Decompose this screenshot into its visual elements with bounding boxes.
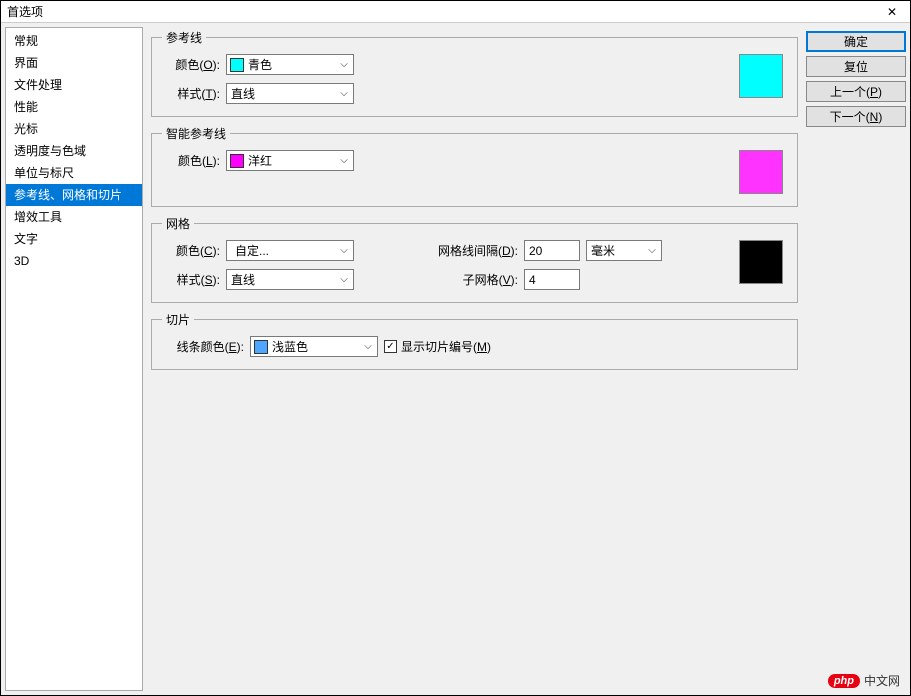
- grid-color-preview[interactable]: [739, 240, 783, 284]
- guides-color-combo[interactable]: 青色 ⌵: [226, 54, 354, 75]
- guides-color-label: 颜色(O):: [162, 56, 220, 73]
- smart-guides-legend: 智能参考线: [162, 125, 230, 142]
- window-title: 首选项: [7, 3, 43, 20]
- grid-color-value: 自定...: [227, 242, 335, 259]
- guides-style-combo[interactable]: 直线 ⌵: [226, 83, 354, 104]
- grid-style-value: 直线: [227, 271, 335, 288]
- guides-color-swatch: [230, 58, 244, 72]
- sidebar-item-type[interactable]: 文字: [6, 228, 142, 250]
- watermark-badge: php: [828, 674, 860, 688]
- grid-unit-combo[interactable]: 毫米 ⌵: [586, 240, 662, 261]
- main-panel: 参考线 颜色(O): 青色 ⌵: [147, 23, 910, 695]
- grid-interval-label: 网格线间隔(D):: [426, 242, 518, 259]
- grid-legend: 网格: [162, 215, 194, 232]
- slices-show-numbers-label: 显示切片编号(M): [401, 338, 491, 355]
- chevron-down-icon: ⌵: [335, 245, 353, 256]
- chevron-down-icon: ⌵: [335, 88, 353, 99]
- guides-color-value: 青色: [244, 56, 335, 73]
- sidebar: 常规 界面 文件处理 性能 光标 透明度与色域 单位与标尺 参考线、网格和切片 …: [5, 27, 143, 691]
- guides-legend: 参考线: [162, 29, 206, 46]
- ok-button[interactable]: 确定: [806, 31, 906, 52]
- titlebar: 首选项 ✕: [1, 1, 910, 23]
- buttons-column: 确定 复位 上一个(P) 下一个(N): [806, 29, 906, 689]
- chevron-down-icon: ⌵: [359, 341, 377, 352]
- guides-group: 参考线 颜色(O): 青色 ⌵: [151, 29, 798, 117]
- slices-show-numbers-row[interactable]: ✓ 显示切片编号(M): [384, 338, 491, 355]
- sidebar-item-guides-grid-slices[interactable]: 参考线、网格和切片: [6, 184, 142, 206]
- guides-style-value: 直线: [227, 85, 335, 102]
- watermark-text: 中文网: [864, 672, 900, 689]
- chevron-down-icon: ⌵: [335, 155, 353, 166]
- grid-group: 网格 颜色(C): 自定... ⌵ 网格线间隔(D):: [151, 215, 798, 303]
- slices-color-combo[interactable]: 浅蓝色 ⌵: [250, 336, 378, 357]
- grid-interval-input[interactable]: [524, 240, 580, 261]
- smart-guides-color-value: 洋红: [244, 152, 335, 169]
- slices-group: 切片 线条颜色(E): 浅蓝色 ⌵ ✓ 显示切片编号(M): [151, 311, 798, 370]
- sidebar-item-transparency[interactable]: 透明度与色域: [6, 140, 142, 162]
- content-area: 常规 界面 文件处理 性能 光标 透明度与色域 单位与标尺 参考线、网格和切片 …: [1, 23, 910, 695]
- reset-button[interactable]: 复位: [806, 56, 906, 77]
- sidebar-item-performance[interactable]: 性能: [6, 96, 142, 118]
- next-button[interactable]: 下一个(N): [806, 106, 906, 127]
- close-icon: ✕: [887, 5, 897, 19]
- sidebar-item-file-handling[interactable]: 文件处理: [6, 74, 142, 96]
- slices-legend: 切片: [162, 311, 194, 328]
- smart-guides-color-preview[interactable]: [739, 150, 783, 194]
- watermark: php 中文网: [828, 672, 900, 689]
- smart-guides-group: 智能参考线 颜色(L): 洋红 ⌵: [151, 125, 798, 207]
- grid-subdiv-label: 子网格(V):: [426, 271, 518, 288]
- slices-color-label: 线条颜色(E):: [162, 338, 244, 355]
- sidebar-item-general[interactable]: 常规: [6, 30, 142, 52]
- grid-color-label: 颜色(C):: [162, 242, 220, 259]
- slices-color-value: 浅蓝色: [268, 338, 359, 355]
- prev-button[interactable]: 上一个(P): [806, 81, 906, 102]
- sidebar-item-units-rulers[interactable]: 单位与标尺: [6, 162, 142, 184]
- grid-subdiv-input[interactable]: [524, 269, 580, 290]
- grid-unit-value: 毫米: [587, 242, 643, 259]
- slices-color-swatch: [254, 340, 268, 354]
- preferences-window: 首选项 ✕ 常规 界面 文件处理 性能 光标 透明度与色域 单位与标尺 参考线、…: [0, 0, 911, 696]
- grid-color-combo[interactable]: 自定... ⌵: [226, 240, 354, 261]
- grid-style-label: 样式(S):: [162, 271, 220, 288]
- smart-guides-color-label: 颜色(L):: [162, 152, 220, 169]
- sidebar-item-3d[interactable]: 3D: [6, 250, 142, 272]
- guides-color-preview[interactable]: [739, 54, 783, 98]
- sidebar-item-interface[interactable]: 界面: [6, 52, 142, 74]
- panels-container: 参考线 颜色(O): 青色 ⌵: [151, 29, 798, 689]
- grid-style-combo[interactable]: 直线 ⌵: [226, 269, 354, 290]
- chevron-down-icon: ⌵: [643, 245, 661, 256]
- slices-show-numbers-checkbox[interactable]: ✓: [384, 340, 397, 353]
- close-button[interactable]: ✕: [880, 2, 904, 22]
- smart-guides-color-combo[interactable]: 洋红 ⌵: [226, 150, 354, 171]
- smart-guides-color-swatch: [230, 154, 244, 168]
- chevron-down-icon: ⌵: [335, 59, 353, 70]
- sidebar-item-plugins[interactable]: 增效工具: [6, 206, 142, 228]
- chevron-down-icon: ⌵: [335, 274, 353, 285]
- sidebar-item-cursors[interactable]: 光标: [6, 118, 142, 140]
- guides-style-label: 样式(T):: [162, 85, 220, 102]
